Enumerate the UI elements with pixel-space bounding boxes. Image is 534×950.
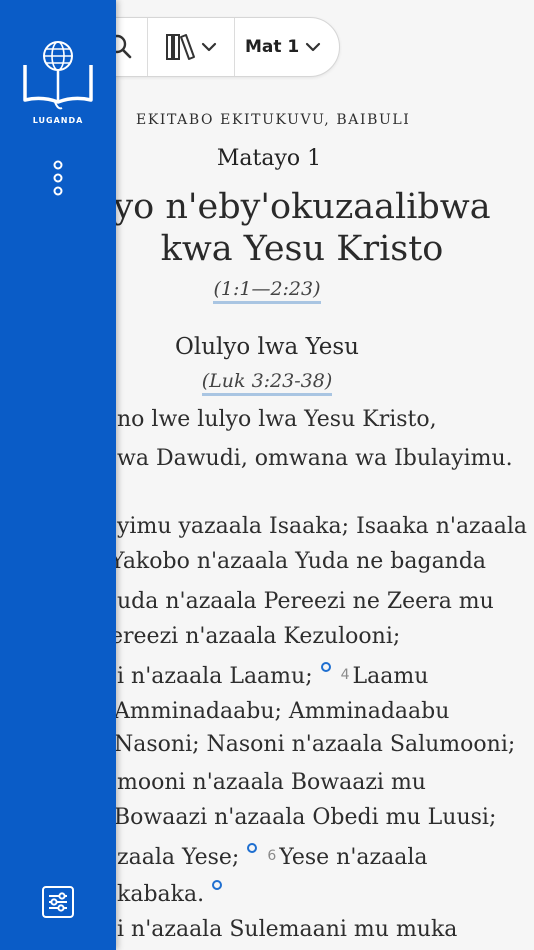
verse-text-segment: wa Dawudi, omwana wa Ibulayimu. bbox=[117, 446, 513, 471]
verse-text-segment: uda n'azaala Pereezi ne Zeera mu bbox=[117, 589, 494, 614]
subheading-reference-link[interactable]: (Luk 3:23-38) bbox=[201, 370, 333, 396]
library-icon bbox=[166, 34, 195, 60]
verse-line: Amminadaabu; Amminadaabu bbox=[114, 699, 449, 724]
verse-text-segment: i n'azaala Sulemaani mu muka bbox=[117, 917, 458, 942]
verse-text-segment: no lwe lulyo lwa Yesu Kristo, bbox=[117, 407, 437, 432]
verse-text-segment: zaala Yese; bbox=[117, 845, 240, 870]
bible-globe-logo-icon[interactable] bbox=[22, 40, 94, 114]
section-title-line: kwa Yesu Kristo bbox=[160, 229, 444, 269]
chapter-selector[interactable]: Mat 1 bbox=[235, 18, 339, 76]
section-title: yo n'eby'okuzaalibwa kwa Yesu Kristo bbox=[62, 186, 534, 270]
verse-text-segment: Laamu bbox=[352, 664, 429, 689]
verse-text-segment: ereezi n'azaala Kezulooni; bbox=[110, 624, 401, 649]
verse-line: ereezi n'azaala Kezulooni; bbox=[110, 624, 400, 649]
verse-number[interactable]: 6 bbox=[267, 848, 276, 864]
verse-line: kabaka. bbox=[117, 880, 223, 907]
verse-line: zaala Yese; 6 Yese n'azaala bbox=[117, 843, 428, 870]
verse-text-segment: Amminadaabu; Amminadaabu bbox=[114, 699, 450, 724]
footnote-marker-icon[interactable] bbox=[212, 880, 223, 890]
verse-line: i n'azaala Sulemaani mu muka bbox=[117, 917, 457, 942]
footnote-marker-icon[interactable] bbox=[247, 843, 258, 853]
more-vertical-icon[interactable] bbox=[48, 160, 68, 196]
verse-line: wa Dawudi, omwana wa Ibulayimu. bbox=[117, 446, 513, 471]
book-label: EKITABO EKITUKUVU, BAIBULI bbox=[136, 112, 411, 128]
settings-sliders-icon[interactable] bbox=[41, 885, 75, 919]
title-reference-link[interactable]: (1:1—2:23) bbox=[213, 278, 321, 304]
verse-line: mooni n'azaala Bowaazi mu bbox=[117, 770, 426, 795]
verse-text-segment: yimu yazaala Isaaka; Isaaka n'azaala bbox=[117, 514, 528, 539]
verse-line: Yakobo n'azaala Yuda ne baganda bbox=[110, 549, 486, 574]
library-button[interactable] bbox=[148, 18, 234, 76]
section-title-line: yo n'eby'okuzaalibwa bbox=[113, 187, 491, 227]
verse-text-segment: i n'azaala Laamu; bbox=[117, 664, 313, 689]
verse-number[interactable]: 4 bbox=[341, 667, 350, 683]
language-label: LUGANDA bbox=[32, 116, 84, 125]
verse-line: Nasoni; Nasoni n'azaala Salumooni; bbox=[114, 732, 515, 757]
verse-line: yimu yazaala Isaaka; Isaaka n'azaala bbox=[117, 514, 527, 539]
verse-text-segment: Yese n'azaala bbox=[279, 845, 428, 870]
chapter-selector-label: Mat 1 bbox=[245, 37, 300, 57]
verse-text-segment: kabaka. bbox=[117, 882, 205, 907]
chevron-down-icon bbox=[201, 42, 217, 52]
verse-text-segment: Yakobo n'azaala Yuda ne baganda bbox=[110, 549, 487, 574]
verse-line: no lwe lulyo lwa Yesu Kristo, bbox=[117, 407, 437, 432]
sidebar: LUGANDA bbox=[0, 0, 116, 950]
footnote-marker-icon[interactable] bbox=[320, 662, 331, 672]
verse-line: Bowaazi n'azaala Obedi mu Luusi; bbox=[114, 805, 496, 830]
verse-line: uda n'azaala Pereezi ne Zeera mu bbox=[117, 589, 494, 614]
verse-text-segment: Bowaazi n'azaala Obedi mu Luusi; bbox=[114, 805, 497, 830]
chevron-down-icon bbox=[306, 42, 321, 52]
verse-text-segment: Nasoni; Nasoni n'azaala Salumooni; bbox=[114, 732, 516, 757]
verse-line: i n'azaala Laamu; 4 Laamu bbox=[117, 662, 428, 689]
verse-text-segment: mooni n'azaala Bowaazi mu bbox=[117, 770, 426, 795]
